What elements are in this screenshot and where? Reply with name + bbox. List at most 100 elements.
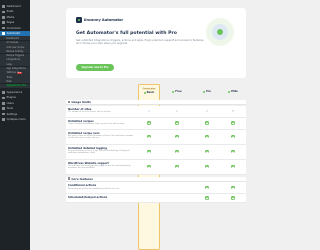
feature-cell: Unlimited recipes Create as many automati… — [68, 120, 134, 126]
sidebar-item-plugins[interactable]: Plugins — [0, 95, 30, 100]
plan-dot-icon — [203, 90, 206, 93]
plan-value-cell — [222, 160, 244, 174]
checkmark-icon — [175, 134, 179, 139]
plan-column-header: Current plan Basic — [138, 84, 160, 98]
section-heading-label: Core features — [71, 176, 93, 181]
section-icon — [68, 100, 71, 104]
section-heading: Usage limits — [66, 100, 246, 105]
sidebar-subitem-label: Logs — [6, 62, 12, 66]
sidebar-item-label: Automator — [6, 32, 21, 35]
sidebar-item-dashboard[interactable]: Dashboard — [0, 4, 30, 9]
sidebar-subitem-label: App Integrations — [6, 67, 26, 70]
checkmark-icon — [231, 196, 235, 200]
automator-logo-icon — [76, 17, 82, 23]
plan-name: Pro — [203, 90, 211, 93]
hero-description: Get unlimited integrations, triggers, ac… — [76, 39, 204, 46]
checkmark-icon — [231, 164, 235, 169]
feature-cell: Number of sites The number of sites the l… — [68, 108, 134, 114]
sidebar-item-automator[interactable]: Automator — [0, 31, 30, 36]
plan-value: 1 — [148, 109, 150, 113]
plan-value-cell: 2 — [196, 106, 218, 117]
plan-value-cell — [196, 160, 218, 174]
sidebar-item-label: Users — [6, 101, 14, 105]
plan-value-cell — [222, 130, 244, 144]
plan-value-cell: 5 — [222, 106, 244, 117]
checkmark-icon — [205, 121, 209, 125]
upgrade-button[interactable]: Upgrade now to Pro — [76, 64, 114, 71]
checkmark-icon — [175, 149, 179, 154]
plan-dot-icon — [228, 90, 231, 93]
sidebar-item-collapse-menu[interactable]: Collapse menu — [0, 117, 30, 122]
sidebar-item-label: Settings — [6, 112, 18, 116]
plan-value-cell — [222, 145, 244, 159]
plan-value-cell — [138, 130, 160, 144]
plan-value-cell: 1 — [166, 106, 188, 117]
hero-illustration-icon — [206, 18, 234, 46]
plan-column-header: Elite — [222, 84, 244, 98]
plan-value: 5 — [232, 109, 234, 113]
checkmark-icon — [205, 149, 209, 154]
section-icon — [68, 177, 71, 180]
sidebar-item-tools[interactable]: Tools — [0, 106, 30, 111]
admin-bar — [30, 0, 250, 3]
checkmark-icon — [147, 164, 151, 169]
sidebar-item-label: Plugins — [6, 96, 16, 100]
sidebar-subitem-label: Upgrade to Pro — [6, 84, 27, 88]
checkmark-icon — [205, 196, 209, 200]
table-row: Unlimited recipe runs Run your recipes an… — [66, 129, 246, 145]
plan-value-cell — [166, 194, 188, 202]
checkmark-icon — [175, 121, 179, 125]
plan-value-cell — [196, 130, 218, 144]
sidebar-item-settings[interactable]: Settings — [0, 112, 30, 117]
sidebar-item-posts[interactable]: Posts — [0, 9, 30, 14]
table-row: Conditional actions Run actions only when… — [66, 182, 246, 194]
sidebar-item-label: Pages — [6, 21, 15, 25]
plan-column-header: Pro — [196, 84, 218, 98]
plan-value-cell: 1 — [138, 106, 160, 117]
table-row: WordPress Website support Get help from o… — [66, 159, 246, 175]
tools-icon — [2, 107, 5, 110]
plan-name: Free — [172, 90, 182, 93]
sidebar-subitem-upgrade-to-pro[interactable]: Upgrade to Pro — [0, 83, 30, 88]
sidebar-item-label: Collapse menu — [6, 118, 26, 121]
checkmark-icon — [231, 121, 235, 125]
sidebar-item-users[interactable]: Users — [0, 101, 30, 106]
settings-icon — [2, 112, 5, 116]
feature-title: Scheduled/delayed actions — [68, 196, 108, 199]
sidebar-subitem-label: Integrations — [6, 58, 21, 62]
sidebar-item-media[interactable]: Media — [0, 15, 30, 20]
sidebar-subitem-label: Recipe Triggers — [6, 54, 25, 58]
sidebar-item-pages[interactable]: Pages — [0, 20, 30, 25]
feature-description: Run your recipes an unlimited number of … — [68, 135, 134, 140]
checkmark-icon — [231, 134, 235, 139]
feature-description: Keep a full history of every recipe run … — [68, 150, 130, 155]
feature-description: Get help from our knowledgeable support … — [68, 165, 131, 170]
checkmark-icon — [147, 121, 151, 125]
admin-sidebar: Dashboard Posts Media Pages Comments Automato… — [0, 0, 30, 250]
sidebar-item-label: Comments — [6, 26, 21, 30]
sidebar-item-comments[interactable]: Comments — [0, 26, 30, 31]
sidebar-item-appearance[interactable]: Appearance — [0, 90, 30, 95]
plan-comparison-table: Current plan Basic Free Pro Elite Usage limit… — [66, 84, 246, 250]
plan-value-cell — [196, 182, 218, 193]
sidebar-subitem-label: Settings — [6, 71, 16, 75]
sidebar-subitem-label: Add new recipe — [6, 45, 25, 49]
sidebar-subitem-label: Help — [6, 79, 12, 83]
sidebar-item-label: Media — [6, 15, 15, 19]
plan-name: Elite — [228, 90, 238, 93]
checkmark-icon — [205, 134, 209, 139]
plan-column-header: Free — [166, 84, 188, 98]
plan-value-cell — [166, 118, 188, 129]
plan-value: 2 — [206, 109, 208, 113]
current-plan-badge: Current plan — [141, 87, 157, 91]
plan-value-cell — [138, 145, 160, 159]
section-heading-label: Usage limits — [71, 100, 91, 104]
plan-value-cell — [196, 145, 218, 159]
checkmark-icon — [205, 164, 209, 169]
users-icon — [2, 102, 5, 105]
plan-value-cell — [196, 194, 218, 202]
automator-icon — [2, 32, 5, 35]
sidebar-subitem-label: Dashboard — [6, 36, 19, 40]
plan-value-cell — [196, 118, 218, 129]
table-row: Unlimited detailed logging Keep a full hi… — [66, 144, 246, 160]
